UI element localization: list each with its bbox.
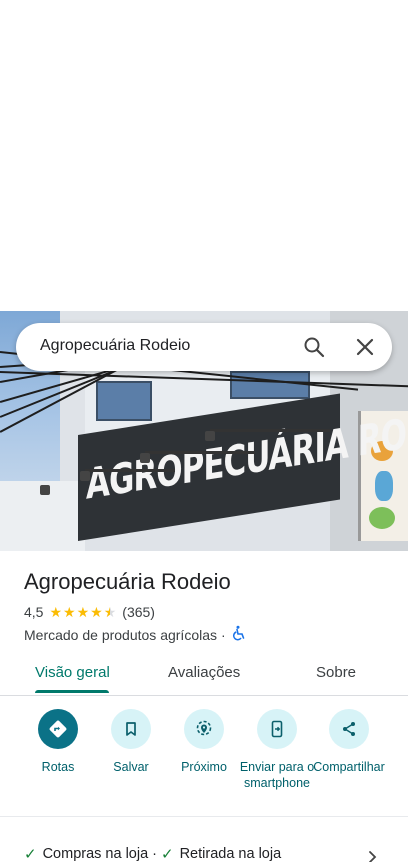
lamp-arm (85, 469, 175, 472)
directions-label: Rotas (41, 760, 75, 774)
map-area-blank (0, 0, 408, 311)
place-category: Mercado de produtos agrícolas (24, 626, 217, 643)
rating-value: 4,5 (24, 604, 44, 620)
lamp-arm (145, 451, 255, 454)
tab-overview[interactable]: Visão geral (35, 664, 110, 681)
search-bar[interactable]: Agropecuária Rodeio (16, 323, 392, 371)
separator: · (152, 846, 157, 862)
service-in-store-pickup: Retirada na loja (179, 846, 282, 862)
send-to-phone-button[interactable]: Enviar para o smartphone (237, 709, 317, 791)
star-icon: ★ (90, 604, 103, 620)
nearby-label: Próximo (181, 760, 227, 774)
send-to-phone-label: Enviar para o smartphone (239, 760, 315, 790)
lamp (40, 485, 50, 495)
share-icon (329, 709, 369, 749)
star-rating: ★ ★ ★ ★ ★ (49, 605, 116, 619)
check-icon: ✓ (24, 846, 37, 862)
lamp (205, 431, 215, 441)
save-button[interactable]: Salvar (91, 709, 171, 775)
service-options[interactable]: ✓ Compras na loja · ✓ Retirada na loja (24, 845, 281, 862)
send-to-phone-icon (257, 709, 297, 749)
star-icon: ★ (49, 604, 63, 620)
check-icon: ✓ (161, 846, 174, 862)
save-label: Salvar (113, 760, 149, 774)
place-name: Agropecuária Rodeio (24, 569, 231, 594)
half-star-icon: ★ (103, 604, 117, 620)
star-icon: ★ (76, 604, 90, 620)
lamp-arm (210, 429, 330, 432)
share-button[interactable]: Compartilhar (309, 709, 389, 775)
active-tab-indicator (35, 690, 109, 693)
star-icon: ★ (63, 604, 76, 620)
category-row: Mercado de produtos agrícolas · (24, 625, 246, 644)
chevron-right-icon[interactable] (366, 850, 378, 862)
review-count[interactable]: (365) (122, 604, 155, 620)
wheelchair-icon (230, 625, 246, 644)
separator: · (221, 626, 226, 643)
search-icon[interactable] (302, 335, 326, 359)
directions-icon (38, 709, 78, 749)
search-input[interactable]: Agropecuária Rodeio (40, 337, 190, 355)
action-row: Rotas Salvar Próximo Enviar para o smart… (0, 697, 408, 817)
lamp (140, 453, 150, 463)
window (96, 381, 152, 421)
directions-button[interactable]: Rotas (18, 709, 98, 775)
nearby-icon (184, 709, 224, 749)
share-label: Compartilhar (313, 760, 385, 774)
lamp (80, 471, 90, 481)
bookmark-icon (111, 709, 151, 749)
tab-about[interactable]: Sobre (316, 664, 356, 681)
window (230, 371, 310, 399)
tab-reviews[interactable]: Avaliações (168, 664, 240, 681)
nearby-button[interactable]: Próximo (164, 709, 244, 775)
close-icon[interactable] (353, 335, 377, 359)
service-in-store-shopping: Compras na loja (42, 846, 149, 862)
rating-row[interactable]: 4,5 ★ ★ ★ ★ ★ (365) (24, 603, 155, 621)
